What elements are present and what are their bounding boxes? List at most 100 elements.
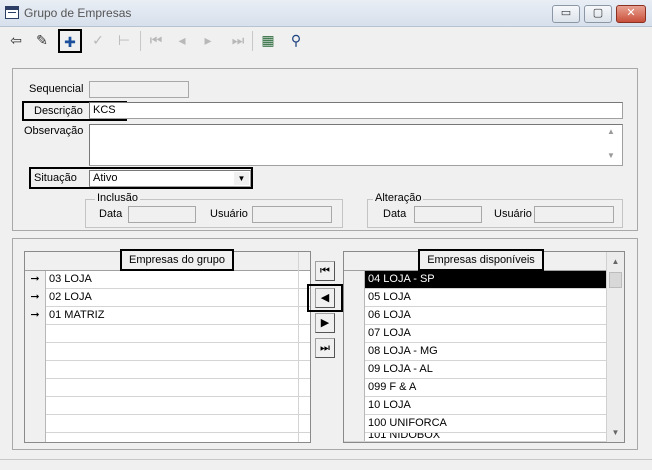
last-record-button[interactable]: ⏭ <box>226 29 250 53</box>
row-indicator <box>344 415 365 433</box>
available-companies-grid[interactable]: Empresas disponíveis 04 LOJA - SP 05 LOJ… <box>343 249 625 443</box>
situacao-select[interactable]: Ativo ▼ <box>89 170 251 187</box>
alteracao-data-label: Data <box>383 208 407 220</box>
sequencial-field <box>89 81 189 98</box>
available-row-selected[interactable]: 04 LOJA - SP <box>344 271 606 289</box>
sequencial-label: Sequencial <box>29 83 84 95</box>
report-icon: ▦ <box>261 32 275 48</box>
descricao-label: Descrição <box>34 105 83 117</box>
available-row[interactable]: 08 LOJA - MG <box>344 343 606 361</box>
observacao-field[interactable] <box>89 124 623 166</box>
move-right-button[interactable]: ▶ <box>315 313 335 333</box>
available-row-text: 04 LOJA - SP <box>368 273 435 285</box>
available-row[interactable]: 06 LOJA <box>344 307 606 325</box>
group-row[interactable]: ➞ 03 LOJA <box>25 271 310 289</box>
arrow-right-icon: ▶ <box>320 317 330 329</box>
save-button[interactable]: ✓ <box>86 29 110 53</box>
edit-button[interactable]: ✎ <box>30 29 54 53</box>
available-row-text: 100 UNIFORCA <box>368 417 447 429</box>
group-companies-grid[interactable]: Empresas do grupo ➞ 03 LOJA ➞ 02 LOJA ➞ … <box>24 249 311 443</box>
observacao-label: Observação <box>24 125 84 137</box>
row-indicator <box>344 271 365 289</box>
group-row-empty[interactable] <box>25 415 310 433</box>
group-row-text: 01 MATRIZ <box>49 309 105 321</box>
app-icon[interactable] <box>5 6 19 19</box>
row-indicator <box>25 325 46 343</box>
row-indicator <box>25 343 46 361</box>
next-record-button[interactable]: ▸ <box>196 29 220 53</box>
alteracao-usuario-field <box>534 206 614 223</box>
arrow-right-icon: ➞ <box>25 307 46 325</box>
scroll-up-icon[interactable]: ▲ <box>607 127 615 136</box>
row-indicator <box>25 379 46 397</box>
available-row[interactable]: 101 NIDOBOX <box>344 433 606 442</box>
available-row[interactable]: 10 LOJA <box>344 397 606 415</box>
maximize-button[interactable]: ▢ <box>584 5 612 23</box>
alteracao-data-field <box>414 206 482 223</box>
group-row[interactable]: ➞ 01 MATRIZ <box>25 307 310 325</box>
available-row[interactable]: 05 LOJA <box>344 289 606 307</box>
minimize-icon: ▭ <box>560 7 572 19</box>
row-indicator <box>344 343 365 361</box>
available-row[interactable]: 100 UNIFORCA <box>344 415 606 433</box>
close-button[interactable]: ✕ <box>616 5 646 23</box>
report-button[interactable]: ▦ <box>256 29 280 53</box>
cancel-button[interactable]: ⊢ <box>112 29 136 53</box>
exit-button[interactable]: ⇦ <box>4 29 28 53</box>
scroll-up-icon[interactable]: ▲ <box>607 253 624 270</box>
group-row-text: 02 LOJA <box>49 291 92 303</box>
descricao-field[interactable]: KCS <box>89 102 623 119</box>
arrow-right-icon: ➞ <box>25 289 46 307</box>
new-button[interactable]: ✚ <box>58 29 82 53</box>
chevron-down-icon[interactable]: ▼ <box>234 172 249 185</box>
alteracao-group: Alteração Data Usuário <box>367 192 623 228</box>
situacao-highlight: Situação Ativo ▼ <box>29 167 253 189</box>
group-grid-header-title[interactable]: Empresas do grupo <box>120 249 234 271</box>
move-all-right-button[interactable]: ⏭ <box>315 338 335 358</box>
situacao-value: Ativo <box>93 172 118 184</box>
minimize-button[interactable]: ▭ <box>552 5 580 23</box>
group-row-empty[interactable] <box>25 325 310 343</box>
first-record-icon: ⏮ <box>149 32 163 48</box>
group-row-empty[interactable] <box>25 379 310 397</box>
scroll-down-icon[interactable]: ▼ <box>607 151 615 160</box>
toolbar: ⇦ ✎ ✚ ✓ ⊢ ⏮ ◂ ▸ ⏭ ▦ ⚲ <box>0 27 652 57</box>
prev-record-button[interactable]: ◂ <box>170 29 194 53</box>
group-row[interactable]: ➞ 02 LOJA <box>25 289 310 307</box>
situacao-label: Situação <box>34 172 77 184</box>
toolbar-separator <box>252 31 253 51</box>
move-all-left-button[interactable]: ⏮ <box>315 261 335 281</box>
title-bar: Grupo de Empresas ▭ ▢ ✕ <box>0 0 652 27</box>
inclusao-title: Inclusão <box>95 192 140 204</box>
search-button[interactable]: ⚲ <box>284 29 308 53</box>
available-grid-header-title[interactable]: Empresas disponíveis <box>418 249 544 271</box>
save-icon: ✓ <box>92 32 104 48</box>
row-indicator <box>344 325 365 343</box>
available-row[interactable]: 09 LOJA - AL <box>344 361 606 379</box>
inclusao-usuario-label: Usuário <box>210 208 248 220</box>
available-row-text: 09 LOJA - AL <box>368 363 433 375</box>
row-indicator <box>344 307 365 325</box>
available-row-text: 10 LOJA <box>368 399 411 411</box>
available-row-text: 05 LOJA <box>368 291 411 303</box>
scroll-down-icon[interactable]: ▼ <box>607 424 624 441</box>
move-left-button[interactable]: ◀ <box>315 288 335 308</box>
row-indicator <box>25 361 46 379</box>
inclusao-group: Inclusão Data Usuário <box>85 192 343 228</box>
group-row-empty[interactable] <box>25 361 310 379</box>
available-row-text: 099 F & A <box>368 381 417 393</box>
available-scrollbar[interactable]: ▲ ▼ <box>606 252 624 442</box>
available-row[interactable]: 099 F & A <box>344 379 606 397</box>
available-row-text: 07 LOJA <box>368 327 411 339</box>
row-indicator <box>344 397 365 415</box>
group-row-empty[interactable] <box>25 397 310 415</box>
row-indicator <box>344 289 365 307</box>
inclusao-usuario-field <box>252 206 332 223</box>
group-row-text: 03 LOJA <box>49 273 92 285</box>
available-row[interactable]: 07 LOJA <box>344 325 606 343</box>
window-title: Grupo de Empresas <box>24 6 132 20</box>
scrollbar-thumb[interactable] <box>609 272 622 288</box>
group-row-empty[interactable] <box>25 343 310 361</box>
first-record-button[interactable]: ⏮ <box>144 29 168 53</box>
exit-door-icon: ⇦ <box>10 32 22 48</box>
